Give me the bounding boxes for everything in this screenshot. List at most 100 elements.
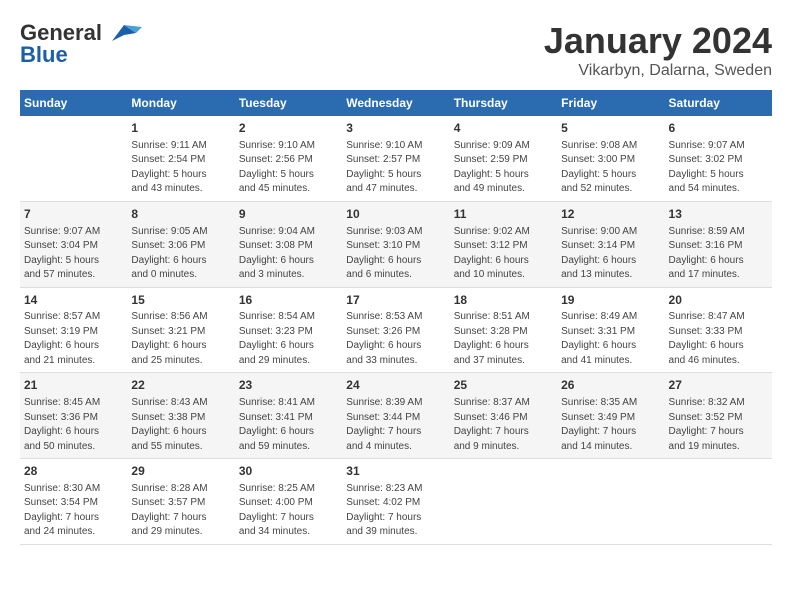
day-number: 27 <box>669 377 768 394</box>
calendar-cell: 1 Sunrise: 9:11 AM Sunset: 2:54 PM Daylig… <box>127 116 234 201</box>
calendar-cell: 25Sunrise: 8:37 AM Sunset: 3:46 PM Dayli… <box>450 373 557 459</box>
calendar-cell: 8 Sunrise: 9:05 AM Sunset: 3:06 PM Daylig… <box>127 201 234 287</box>
logo-bird-icon <box>104 23 142 43</box>
calendar-cell: 27 Sunrise: 8:32 AM Sunset: 3:52 PM Dayli… <box>665 373 772 459</box>
calendar-cell: 10Sunrise: 9:03 AM Sunset: 3:10 PM Dayli… <box>342 201 449 287</box>
day-number: 18 <box>454 292 553 309</box>
day-number: 10 <box>346 206 445 223</box>
calendar-week-row: 1 Sunrise: 9:11 AM Sunset: 2:54 PM Daylig… <box>20 116 772 201</box>
day-info: Sunrise: 8:53 AM Sunset: 3:26 PM Dayligh… <box>346 310 445 368</box>
day-info: Sunrise: 8:39 AM Sunset: 3:44 PM Dayligh… <box>346 396 445 454</box>
day-info: Sunrise: 8:57 AM Sunset: 3:19 PM Dayligh… <box>24 310 123 368</box>
day-info: Sunrise: 9:07 AM Sunset: 3:02 PM Dayligh… <box>669 139 768 197</box>
day-info: Sunrise: 8:28 AM Sunset: 3:57 PM Dayligh… <box>131 482 230 540</box>
day-number: 14 <box>24 292 123 309</box>
day-number: 17 <box>346 292 445 309</box>
calendar-cell: 5Sunrise: 9:08 AM Sunset: 3:00 PM Daylig… <box>557 116 664 201</box>
calendar-cell: 11Sunrise: 9:02 AM Sunset: 3:12 PM Dayli… <box>450 201 557 287</box>
calendar-cell <box>20 116 127 201</box>
day-info: Sunrise: 8:41 AM Sunset: 3:41 PM Dayligh… <box>239 396 338 454</box>
page-header: General Blue January 2024 Vikarbyn, Dala… <box>20 20 772 80</box>
day-number: 1 <box>131 120 230 137</box>
calendar-cell: 4 Sunrise: 9:09 AM Sunset: 2:59 PM Daylig… <box>450 116 557 201</box>
day-info: Sunrise: 9:00 AM Sunset: 3:14 PM Dayligh… <box>561 225 660 283</box>
calendar-week-row: 7Sunrise: 9:07 AM Sunset: 3:04 PM Daylig… <box>20 201 772 287</box>
day-number: 31 <box>346 463 445 480</box>
month-title: January 2024 <box>544 20 772 62</box>
calendar-cell: 19Sunrise: 8:49 AM Sunset: 3:31 PM Dayli… <box>557 287 664 373</box>
calendar-cell <box>450 459 557 545</box>
day-info: Sunrise: 8:23 AM Sunset: 4:02 PM Dayligh… <box>346 482 445 540</box>
calendar-cell: 30 Sunrise: 8:25 AM Sunset: 4:00 PM Dayli… <box>235 459 342 545</box>
day-number: 26 <box>561 377 660 394</box>
day-info: Sunrise: 9:04 AM Sunset: 3:08 PM Dayligh… <box>239 225 338 283</box>
logo-blue: Blue <box>20 42 68 68</box>
calendar-cell: 22Sunrise: 8:43 AM Sunset: 3:38 PM Dayli… <box>127 373 234 459</box>
day-number: 24 <box>346 377 445 394</box>
day-number: 30 <box>239 463 338 480</box>
day-info: Sunrise: 8:32 AM Sunset: 3:52 PM Dayligh… <box>669 396 768 454</box>
day-info: Sunrise: 9:11 AM Sunset: 2:54 PM Dayligh… <box>131 139 230 197</box>
calendar-week-row: 14Sunrise: 8:57 AM Sunset: 3:19 PM Dayli… <box>20 287 772 373</box>
day-number: 13 <box>669 206 768 223</box>
calendar-cell: 17Sunrise: 8:53 AM Sunset: 3:26 PM Dayli… <box>342 287 449 373</box>
calendar-cell: 3 Sunrise: 9:10 AM Sunset: 2:57 PM Daylig… <box>342 116 449 201</box>
calendar-cell: 31 Sunrise: 8:23 AM Sunset: 4:02 PM Dayli… <box>342 459 449 545</box>
day-number: 15 <box>131 292 230 309</box>
day-info: Sunrise: 8:35 AM Sunset: 3:49 PM Dayligh… <box>561 396 660 454</box>
calendar-cell: 21 Sunrise: 8:45 AM Sunset: 3:36 PM Dayli… <box>20 373 127 459</box>
day-info: Sunrise: 9:07 AM Sunset: 3:04 PM Dayligh… <box>24 225 123 283</box>
day-number: 2 <box>239 120 338 137</box>
day-info: Sunrise: 8:45 AM Sunset: 3:36 PM Dayligh… <box>24 396 123 454</box>
day-of-week-header: Sunday <box>20 90 127 116</box>
day-number: 6 <box>669 120 768 137</box>
day-info: Sunrise: 8:56 AM Sunset: 3:21 PM Dayligh… <box>131 310 230 368</box>
day-of-week-header: Wednesday <box>342 90 449 116</box>
calendar-header-row: SundayMondayTuesdayWednesdayThursdayFrid… <box>20 90 772 116</box>
calendar-cell: 15Sunrise: 8:56 AM Sunset: 3:21 PM Dayli… <box>127 287 234 373</box>
day-info: Sunrise: 8:59 AM Sunset: 3:16 PM Dayligh… <box>669 225 768 283</box>
day-number: 4 <box>454 120 553 137</box>
calendar-week-row: 28Sunrise: 8:30 AM Sunset: 3:54 PM Dayli… <box>20 459 772 545</box>
day-number: 25 <box>454 377 553 394</box>
calendar-cell: 14Sunrise: 8:57 AM Sunset: 3:19 PM Dayli… <box>20 287 127 373</box>
day-number: 11 <box>454 206 553 223</box>
calendar-cell: 23Sunrise: 8:41 AM Sunset: 3:41 PM Dayli… <box>235 373 342 459</box>
calendar-cell: 20Sunrise: 8:47 AM Sunset: 3:33 PM Dayli… <box>665 287 772 373</box>
calendar-cell: 2 Sunrise: 9:10 AM Sunset: 2:56 PM Daylig… <box>235 116 342 201</box>
calendar-cell <box>665 459 772 545</box>
calendar-cell: 29 Sunrise: 8:28 AM Sunset: 3:57 PM Dayli… <box>127 459 234 545</box>
day-info: Sunrise: 9:10 AM Sunset: 2:56 PM Dayligh… <box>239 139 338 197</box>
day-number: 5 <box>561 120 660 137</box>
day-of-week-header: Saturday <box>665 90 772 116</box>
day-info: Sunrise: 8:54 AM Sunset: 3:23 PM Dayligh… <box>239 310 338 368</box>
day-number: 29 <box>131 463 230 480</box>
day-number: 9 <box>239 206 338 223</box>
day-of-week-header: Friday <box>557 90 664 116</box>
calendar-cell: 9 Sunrise: 9:04 AM Sunset: 3:08 PM Daylig… <box>235 201 342 287</box>
day-number: 20 <box>669 292 768 309</box>
day-info: Sunrise: 8:49 AM Sunset: 3:31 PM Dayligh… <box>561 310 660 368</box>
calendar-cell: 28Sunrise: 8:30 AM Sunset: 3:54 PM Dayli… <box>20 459 127 545</box>
day-number: 8 <box>131 206 230 223</box>
day-number: 19 <box>561 292 660 309</box>
calendar-cell: 13 Sunrise: 8:59 AM Sunset: 3:16 PM Dayli… <box>665 201 772 287</box>
day-number: 16 <box>239 292 338 309</box>
day-info: Sunrise: 8:25 AM Sunset: 4:00 PM Dayligh… <box>239 482 338 540</box>
day-number: 12 <box>561 206 660 223</box>
calendar-cell: 24 Sunrise: 8:39 AM Sunset: 3:44 PM Dayli… <box>342 373 449 459</box>
calendar-week-row: 21 Sunrise: 8:45 AM Sunset: 3:36 PM Dayli… <box>20 373 772 459</box>
logo: General Blue <box>20 20 142 68</box>
day-info: Sunrise: 8:43 AM Sunset: 3:38 PM Dayligh… <box>131 396 230 454</box>
calendar-cell: 16Sunrise: 8:54 AM Sunset: 3:23 PM Dayli… <box>235 287 342 373</box>
day-info: Sunrise: 9:05 AM Sunset: 3:06 PM Dayligh… <box>131 225 230 283</box>
day-info: Sunrise: 8:30 AM Sunset: 3:54 PM Dayligh… <box>24 482 123 540</box>
day-info: Sunrise: 9:09 AM Sunset: 2:59 PM Dayligh… <box>454 139 553 197</box>
title-block: January 2024 Vikarbyn, Dalarna, Sweden <box>544 20 772 80</box>
day-of-week-header: Tuesday <box>235 90 342 116</box>
calendar-cell: 26 Sunrise: 8:35 AM Sunset: 3:49 PM Dayli… <box>557 373 664 459</box>
calendar-cell <box>557 459 664 545</box>
day-info: Sunrise: 9:10 AM Sunset: 2:57 PM Dayligh… <box>346 139 445 197</box>
day-number: 21 <box>24 377 123 394</box>
day-number: 3 <box>346 120 445 137</box>
